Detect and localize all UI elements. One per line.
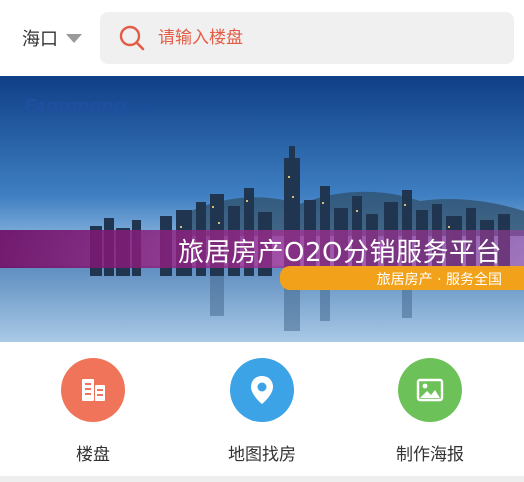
nav-item-properties[interactable]: 楼盘	[33, 358, 153, 465]
map-pin-icon	[251, 376, 273, 404]
building-icon	[82, 379, 105, 401]
nav-item-make-poster[interactable]: 制作海报	[370, 358, 490, 465]
nav-icon-circle	[398, 358, 462, 422]
fangmeng-logo: Fangmeng.com	[24, 96, 153, 117]
nav-icon-circle	[61, 358, 125, 422]
city-selector[interactable]: 海口	[22, 24, 82, 52]
search-icon	[118, 24, 146, 52]
logo-text: Fangmeng	[24, 96, 127, 117]
nav-item-map-search[interactable]: 地图找房	[202, 358, 322, 465]
banner-subtitle: 旅居房产 · 服务全国	[376, 272, 502, 288]
banner[interactable]: Fangmeng.com 旅居房产O2O分销服务平台 旅居房产 · 服务全国	[0, 76, 524, 342]
nav-label: 楼盘	[76, 445, 110, 465]
banner-slogan: 旅居房产O2O分销服务平台	[178, 238, 502, 268]
city-label: 海口	[22, 29, 58, 50]
nav-label: 地图找房	[228, 445, 296, 465]
search-input[interactable]	[156, 27, 480, 49]
search-box[interactable]	[100, 12, 514, 64]
nav-icon-circle	[230, 358, 294, 422]
image-icon	[416, 378, 444, 402]
nav-label: 制作海报	[396, 445, 464, 465]
caret-down-icon	[66, 33, 82, 43]
logo-suffix: .com	[126, 102, 154, 115]
top-bar: 海口	[0, 0, 524, 76]
quick-nav: 楼盘 地图找房 制作海报	[0, 342, 524, 476]
section-divider	[0, 476, 524, 482]
